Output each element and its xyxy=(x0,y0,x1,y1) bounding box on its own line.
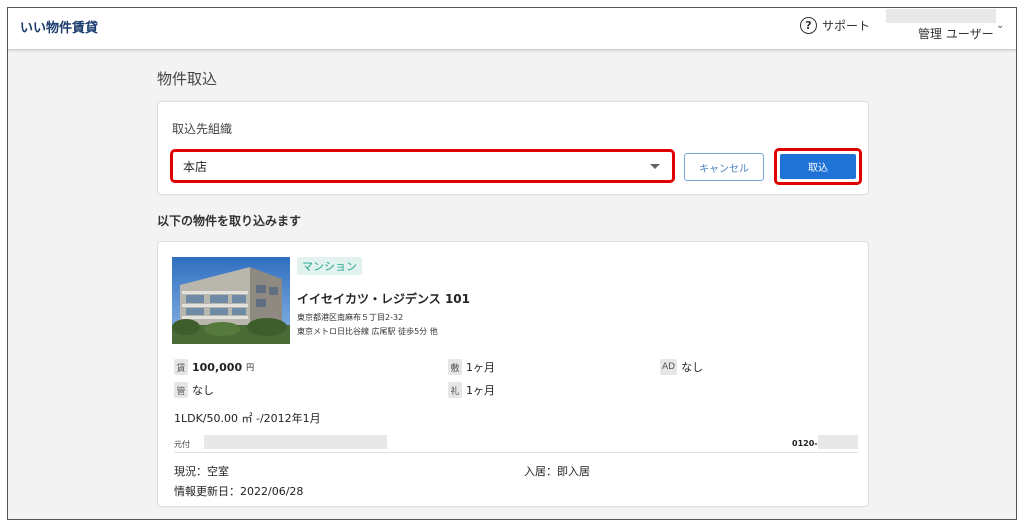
building-image xyxy=(172,257,290,344)
redacted-source xyxy=(204,435,387,449)
property-name: イイセイカツ・レジデンス 101 xyxy=(297,292,470,306)
current-status: 現況：空室 xyxy=(174,465,229,478)
user-menu[interactable]: 管理 ユーザー xyxy=(918,25,994,42)
section-title: 以下の物件を取り込みます xyxy=(157,214,302,228)
import-button-highlight: 取込 xyxy=(774,148,862,185)
fee-management: 管 なし xyxy=(174,382,214,398)
management-value: なし xyxy=(192,384,214,397)
import-button[interactable]: 取込 xyxy=(780,154,856,179)
redacted-user-info xyxy=(886,9,996,23)
property-access: 東京メトロ日比谷線 広尾駅 徒歩5分 他 xyxy=(297,327,438,336)
deposit-value: 1ヶ月 xyxy=(466,361,495,374)
rent-unit: 円 xyxy=(246,362,255,372)
property-address: 東京都港区南麻布５丁目2-32 xyxy=(297,313,404,322)
page-title: 物件取込 xyxy=(157,70,218,88)
move-in-status: 入居：即入居 xyxy=(524,465,590,478)
org-select-value: 本店 xyxy=(183,159,208,174)
help-icon: ? xyxy=(800,17,817,34)
fee-deposit: 敷 1ヶ月 xyxy=(448,359,495,375)
app-window: いい物件賃貸 ? サポート 管理 ユーザー ⌄ 物件取込 取込先組織 本店 キャ… xyxy=(7,7,1017,520)
caret-down-icon xyxy=(650,164,660,169)
fee-key-money: 礼 1ヶ月 xyxy=(448,382,495,398)
property-photo xyxy=(172,257,290,344)
redacted-phone xyxy=(818,435,858,449)
support-link[interactable]: ? サポート xyxy=(800,17,870,34)
app-logo[interactable]: いい物件賃貸 xyxy=(20,17,98,36)
org-select-card: 取込先組織 本店 キャンセル 取込 xyxy=(157,101,869,195)
updated-date: 情報更新日：2022/06/28 xyxy=(174,485,304,498)
top-header: いい物件賃貸 ? サポート 管理 ユーザー ⌄ xyxy=(8,8,1016,50)
ad-value: なし xyxy=(681,361,704,374)
source-label: 元付 xyxy=(174,440,190,449)
rent-value: 100,000 xyxy=(192,360,243,374)
property-card: マンション イイセイカツ・レジデンス 101 東京都港区南麻布５丁目2-32 東… xyxy=(157,241,869,507)
rent-badge: 賃 xyxy=(174,359,188,375)
support-label: サポート xyxy=(822,19,871,33)
key-money-value: 1ヶ月 xyxy=(466,384,495,397)
phone-prefix: 0120- xyxy=(792,439,818,448)
org-select[interactable]: 本店 xyxy=(170,149,675,183)
deposit-badge: 敷 xyxy=(448,359,462,375)
ad-badge: AD xyxy=(660,359,678,375)
chevron-down-icon[interactable]: ⌄ xyxy=(996,20,1004,31)
fee-rent: 賃 100,000 円 xyxy=(174,359,254,375)
cancel-button[interactable]: キャンセル xyxy=(684,153,764,181)
layout-info: 1LDK/50.00 ㎡ -/2012年1月 xyxy=(174,412,321,425)
management-badge: 管 xyxy=(174,382,188,398)
property-type-tag: マンション xyxy=(297,257,362,275)
fee-ad: AD なし xyxy=(660,359,703,375)
org-label: 取込先組織 xyxy=(172,122,233,136)
divider xyxy=(174,452,858,453)
key-money-badge: 礼 xyxy=(448,382,462,398)
